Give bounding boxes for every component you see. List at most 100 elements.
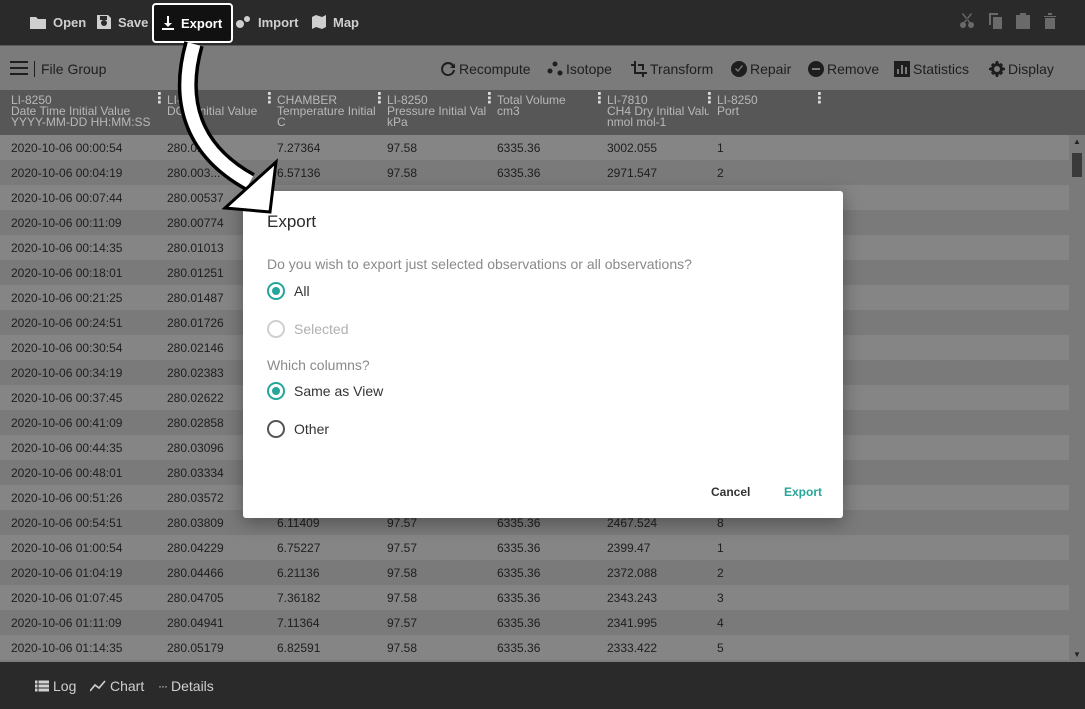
column-menu-icon[interactable]: ⋮ <box>592 89 607 107</box>
table-cell: 4 <box>717 616 724 630</box>
table-cell: 280.02383 <box>167 366 224 380</box>
table-cell: 2020-10-06 01:00:54 <box>11 541 123 555</box>
column-menu-icon[interactable]: ⋮ <box>812 89 827 107</box>
column-header-port[interactable]: LI-8250 Port <box>717 95 807 117</box>
export-button[interactable]: Export <box>152 3 233 43</box>
repair-button[interactable]: Repair <box>731 61 791 77</box>
vertical-scrollbar[interactable]: ▲ ▼ <box>1069 135 1085 662</box>
table-cell: 2020-10-06 00:37:45 <box>11 391 123 405</box>
cancel-button[interactable]: Cancel <box>711 485 750 499</box>
radio-other[interactable]: Other <box>267 420 329 438</box>
table-cell: 97.58 <box>387 166 418 180</box>
save-button[interactable]: Save <box>97 12 148 32</box>
radio-checked-icon <box>267 382 285 400</box>
refresh-icon <box>441 61 455 76</box>
table-cell: 3 <box>717 591 724 605</box>
table-cell: 280.01013 <box>167 241 224 255</box>
display-button[interactable]: Display <box>989 61 1054 77</box>
table-cell: 280.04466 <box>167 566 224 580</box>
table-cell: 97.57 <box>387 616 418 630</box>
table-cell: 280.00774 <box>167 216 224 230</box>
list-icon <box>35 680 49 692</box>
table-cell: 2020-10-06 00:48:01 <box>11 466 123 480</box>
column-menu-icon[interactable]: ⋮ <box>262 89 277 107</box>
recompute-button[interactable]: Recompute <box>440 61 531 77</box>
map-button[interactable]: Map <box>312 12 359 32</box>
delete-icon[interactable] <box>1043 13 1057 29</box>
isotope-icon <box>547 61 563 76</box>
column-header-ch4[interactable]: LI-7810 CH4 Dry Initial Valu nmol mol-1 <box>607 95 709 128</box>
details-tab[interactable]: ··· Details <box>158 678 214 694</box>
table-cell: 280.03572 <box>167 491 224 505</box>
column-menu-icon[interactable]: ⋮ <box>372 89 387 107</box>
table-cell: 97.58 <box>387 591 418 605</box>
column-menu-icon[interactable]: ⋮ <box>482 89 497 107</box>
table-cell: 97.57 <box>387 516 418 530</box>
column-header-volume[interactable]: Total Volume cm3 <box>497 95 597 117</box>
column-header-temperature[interactable]: CHAMBER Temperature Initial C <box>277 95 379 128</box>
scroll-thumb[interactable] <box>1072 153 1082 177</box>
import-button[interactable]: Import <box>235 12 298 32</box>
table-row[interactable]: 2020-10-06 00:04:19 280.003... 6.57136 97.5… <box>0 160 1069 185</box>
log-tab[interactable]: Log <box>35 678 76 694</box>
table-row[interactable]: 2020-10-06 01:11:09 280.04941 7.11364 97.57… <box>0 610 1069 635</box>
menu-icon[interactable] <box>10 61 28 75</box>
scroll-up-icon[interactable]: ▲ <box>1073 137 1081 146</box>
radio-all[interactable]: All <box>267 282 310 300</box>
table-row[interactable]: 2020-10-06 01:00:54 280.04229 6.75227 97.57… <box>0 535 1069 560</box>
table-cell: 6335.36 <box>497 516 541 530</box>
table-cell: 280.04705 <box>167 591 224 605</box>
table-cell: 97.57 <box>387 541 418 555</box>
table-cell: 280.03334 <box>167 466 224 480</box>
table-row[interactable]: 2020-10-06 01:04:19 280.04466 6.21136 97.58… <box>0 560 1069 585</box>
table-cell: 97.58 <box>387 641 418 655</box>
secondary-toolbar: File Group Recompute Isotope Transform R… <box>0 45 1085 90</box>
confirm-export-button[interactable]: Export <box>784 485 822 499</box>
remove-button[interactable]: Remove <box>808 61 879 77</box>
open-button[interactable]: Open <box>30 12 86 32</box>
radio-selected: Selected <box>267 320 348 338</box>
file-group-label[interactable]: File Group <box>34 61 106 77</box>
column-header-datetime[interactable]: LI-8250 Date Time Initial Value YYYY-MM-DD… <box>11 95 161 128</box>
table-cell: 280.03809 <box>167 516 224 530</box>
table-cell: 2372.088 <box>607 566 658 580</box>
radio-unchecked-icon <box>267 420 285 438</box>
table-cell: 280.01251 <box>167 266 224 280</box>
table-cell: 2467.524 <box>607 516 658 530</box>
table-cell: 2020-10-06 00:44:35 <box>11 441 123 455</box>
paste-icon[interactable] <box>1015 13 1031 29</box>
chart-tab[interactable]: Chart <box>90 678 144 694</box>
column-menu-icon[interactable]: ⋮ <box>702 89 717 107</box>
radio-same-as-view[interactable]: Same as View <box>267 382 383 400</box>
table-cell: 2341.995 <box>607 616 658 630</box>
bar-chart-icon <box>894 61 910 77</box>
table-cell: 280.01726 <box>167 316 224 330</box>
table-cell: 2 <box>717 566 724 580</box>
edit-tools <box>959 13 1057 29</box>
table-cell: 6335.36 <box>497 541 541 555</box>
save-icon <box>97 15 111 29</box>
table-cell: 2399.47 <box>607 541 651 555</box>
table-cell: 5 <box>717 641 724 655</box>
statistics-button[interactable]: Statistics <box>894 61 969 77</box>
crop-icon <box>631 61 647 77</box>
table-cell: 2020-10-06 00:00:54 <box>11 141 123 155</box>
table-cell: 2020-10-06 01:07:45 <box>11 591 123 605</box>
transform-button[interactable]: Transform <box>631 61 713 77</box>
table-cell: 280.02858 <box>167 416 224 430</box>
column-menu-icon[interactable]: ⋮ <box>152 89 167 107</box>
table-cell: 6.21136 <box>277 566 320 580</box>
copy-icon[interactable] <box>987 13 1003 29</box>
dialog-title: Export <box>267 212 317 231</box>
column-header-pressure[interactable]: LI-8250 Pressure Initial Val kPa <box>387 95 487 128</box>
table-row[interactable]: 2020-10-06 01:07:45 280.04705 7.36182 97.58… <box>0 585 1069 610</box>
cut-icon[interactable] <box>959 13 975 29</box>
table-cell: 2020-10-06 01:04:19 <box>11 566 123 580</box>
table-row[interactable]: 2020-10-06 01:14:35 280.05179 6.82591 97.58… <box>0 635 1069 660</box>
isotope-button[interactable]: Isotope <box>547 61 612 77</box>
table-cell: 6.57136 <box>277 166 321 180</box>
column-header-doy[interactable]: LI-8... DOY Initial Value <box>167 95 267 117</box>
scroll-down-icon[interactable]: ▼ <box>1073 650 1081 659</box>
table-cell: 280.02622 <box>167 391 224 405</box>
table-row[interactable]: 2020-10-06 00:00:54 280.0... 7.27364 97.58 6… <box>0 135 1069 160</box>
